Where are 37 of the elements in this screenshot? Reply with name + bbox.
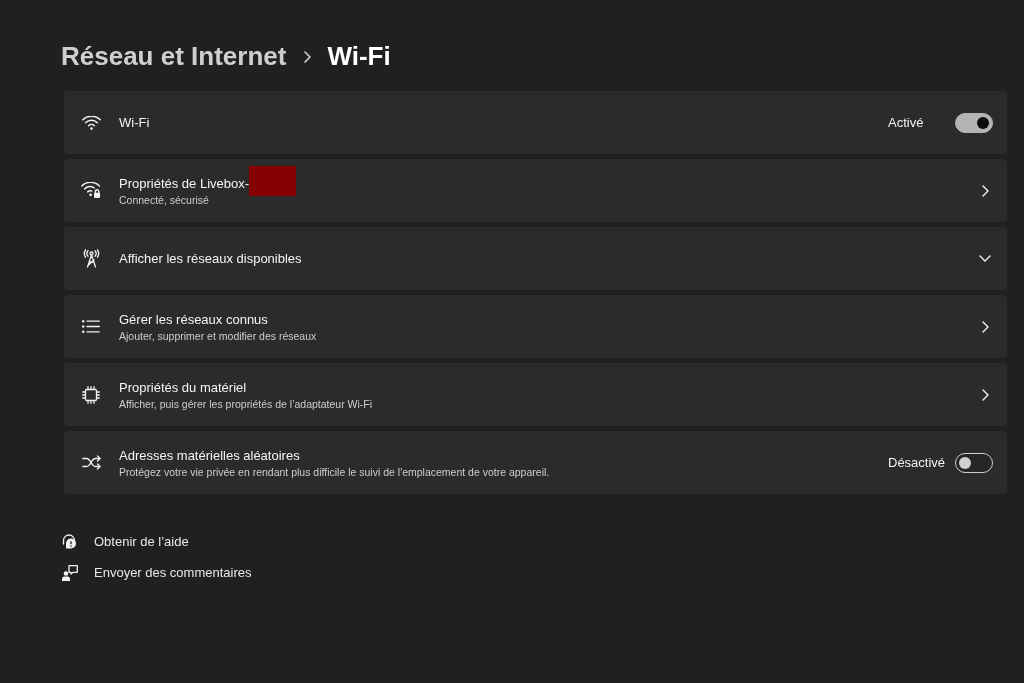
footer-link[interactable]: Envoyer des commentaires: [94, 565, 252, 580]
setting-description: Afficher, puis gérer les propriétés de l’adaptateur Wi-Fi: [119, 397, 374, 410]
footer-link[interactable]: Obtenir de l’aide: [94, 534, 189, 549]
toggle-switch[interactable]: [955, 112, 993, 133]
settings-row[interactable]: Adresses matérielles aléatoires Protégez votre vie privée en rendant plus difficile le suivi de l'emplacement de votre appareil. Désactivé: [64, 431, 1007, 494]
chevron-down-icon[interactable]: [979, 255, 991, 262]
wifi-icon: [81, 115, 101, 130]
setting-title: Gérer les réseaux connus: [119, 311, 268, 327]
toggle-state-label: Activé: [888, 115, 925, 130]
chevron-right-icon: [981, 184, 989, 197]
feedback-icon: [62, 564, 78, 581]
page-title: Wi-Fi: [327, 40, 391, 72]
setting-description: Protégez votre vie privée en rendant plus difficile le suivi de l'emplacement de votre appareil.: [119, 465, 551, 478]
chip-icon: [82, 385, 100, 404]
setting-title: Propriétés du matériel: [119, 379, 247, 395]
settings-row[interactable]: Afficher les réseaux disponibles: [64, 227, 1007, 290]
setting-title: Propriétés de Livebox-: [119, 175, 250, 191]
settings-row[interactable]: Propriétés du matériel Afficher, puis gérer les propriétés de l’adaptateur Wi-Fi: [64, 363, 1007, 426]
antenna-icon: [82, 249, 100, 268]
setting-title: Afficher les réseaux disponibles: [119, 251, 302, 266]
settings-row[interactable]: Propriétés de Livebox- Connecté, sécurisé: [64, 159, 1007, 222]
settings-row[interactable]: Wi-Fi Activé: [64, 91, 1007, 154]
breadcrumb-parent[interactable]: Réseau et Internet: [61, 40, 287, 72]
chevron-right-icon: [981, 320, 989, 333]
chevron-right-icon: [304, 51, 312, 63]
list-icon: [82, 320, 100, 333]
setting-title: Wi-Fi: [119, 115, 150, 130]
wifi-lock-icon: [81, 182, 101, 199]
settings-row[interactable]: Gérer les réseaux connus Ajouter, supprimer et modifier des réseaux: [64, 295, 1007, 358]
setting-description: Ajouter, supprimer et modifier des réseaux: [119, 329, 318, 342]
setting-description: Connecté, sécurisé: [119, 194, 210, 206]
toggle-state-label: Désactivé: [888, 455, 947, 470]
shuffle-icon: [81, 455, 101, 470]
chevron-right-icon: [981, 388, 989, 401]
setting-title: Adresses matérielles aléatoires: [119, 447, 300, 463]
toggle-switch[interactable]: [955, 452, 993, 473]
help-icon: [62, 533, 78, 550]
